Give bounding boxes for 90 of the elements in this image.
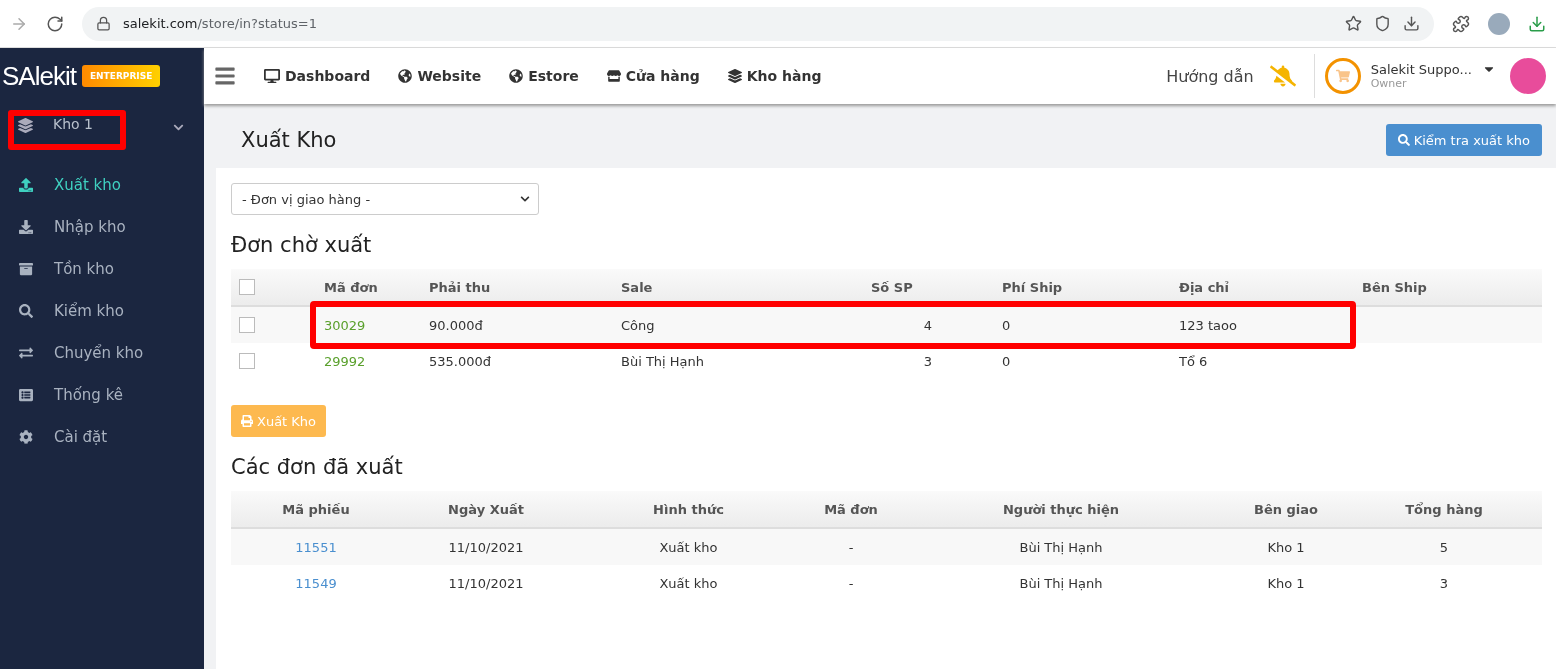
table-cell-text: Bùi Thị Hạnh (1018, 575, 1104, 591)
address-bar[interactable]: salekit.com/store/in?status=1 (82, 6, 1434, 41)
column-header: Số SP (870, 279, 914, 295)
logo: SAlekit (2, 60, 76, 92)
download-icon[interactable] (1528, 14, 1546, 33)
lock-icon (96, 16, 111, 31)
layers-icon (727, 69, 742, 83)
column-header: Người thực hiện (1001, 501, 1121, 517)
checkbox[interactable] (239, 353, 255, 369)
upload-icon (19, 178, 33, 192)
chevron-down-icon (520, 194, 530, 204)
star-icon[interactable] (1345, 15, 1362, 32)
extensions-icon[interactable] (1452, 14, 1470, 33)
download-icon[interactable] (1403, 15, 1420, 32)
sidebar-item[interactable]: Tồn kho (0, 248, 204, 290)
nav-link[interactable]: Website (398, 68, 482, 84)
nav-link[interactable]: Cửa hàng (606, 68, 700, 84)
column-header: Bên giao (1253, 501, 1319, 517)
nav-link[interactable]: Dashboard (264, 68, 371, 84)
globe-icon (509, 69, 524, 83)
table-cell-text: 11/10/2021 (447, 575, 525, 591)
table-cell-text: 0 (1001, 353, 1012, 369)
sidebar-item[interactable]: Xuất kho (0, 164, 204, 206)
list-icon (19, 388, 33, 402)
column-header: Mã đơn (823, 501, 879, 517)
table-cell-text: Kho 1 (1266, 575, 1306, 591)
globe-icon (398, 69, 413, 83)
table-cell-text: 90.000đ (428, 317, 484, 333)
avatar[interactable] (1510, 58, 1546, 94)
column-header: Phải thu (428, 279, 492, 295)
store-logo-icon (1324, 58, 1361, 94)
monitor-icon (264, 68, 280, 84)
column-header: Bên Ship (1361, 279, 1428, 295)
nav-link[interactable]: Kho hàng (727, 68, 822, 84)
table-cell-text: Công (620, 317, 656, 333)
settings-icon (19, 430, 33, 444)
sidebar-item[interactable]: Cài đặt (0, 416, 204, 458)
table-cell-text: 4 (922, 317, 933, 333)
sidebar-item[interactable]: Kiểm kho (0, 290, 204, 332)
store-icon (606, 69, 621, 83)
search-icon (1397, 134, 1410, 146)
table-cell-text: Tổ 6 (1178, 353, 1209, 369)
table-cell-text: Kho 1 (1266, 539, 1306, 555)
table-cell-text: 3 (1438, 575, 1450, 591)
table-cell-text: 0 (1001, 317, 1012, 333)
page-title: Xuất Kho (241, 128, 337, 152)
download-icon (19, 220, 33, 234)
checkbox[interactable] (239, 279, 255, 295)
shield-icon[interactable] (1374, 15, 1391, 32)
search-icon (19, 304, 33, 318)
table-cell-text: 535.000đ (428, 353, 492, 369)
table-cell-text: 5 (1438, 539, 1450, 555)
edition-badge: ENTERPRISE (81, 65, 161, 87)
section-title: Các đơn đã xuất (231, 455, 404, 479)
table-cell-text: Bùi Thị Hạnh (1018, 539, 1104, 555)
column-header: Mã đơn (323, 279, 379, 295)
column-header: Sale (620, 279, 654, 295)
warehouse-selector[interactable]: Kho 1 (53, 116, 153, 132)
table-cell-text: - (847, 539, 855, 555)
column-header: Ngày Xuất (447, 501, 525, 517)
printer-icon (241, 415, 253, 427)
url-text: salekit.com/store/in?status=1 (123, 16, 317, 31)
sidebar-item[interactable]: Chuyển kho (0, 332, 204, 374)
reload-icon[interactable] (46, 14, 64, 33)
section-title: Đơn chờ xuất (231, 233, 373, 257)
column-header: Tổng hàng (1404, 501, 1484, 517)
table-cell-text: 11/10/2021 (447, 539, 525, 555)
chevron-down-icon[interactable] (173, 122, 184, 133)
menu-icon[interactable] (214, 65, 236, 87)
table-cell-text: Bùi Thị Hạnh (620, 353, 706, 369)
table-cell-text: - (847, 575, 855, 591)
column-header: Phí Ship (1001, 279, 1064, 295)
user-role: Owner (1370, 77, 1408, 90)
column-header: Mã phiếu (281, 501, 351, 517)
layers-icon (18, 118, 33, 133)
guide-link[interactable]: Hướng dẫn (1166, 66, 1254, 86)
table-cell-text: 123 taoo (1178, 317, 1238, 333)
nav-link[interactable]: Estore (509, 68, 579, 84)
column-header: Hình thức (652, 501, 725, 517)
archive-box-icon (19, 262, 33, 276)
user-name[interactable]: Salekit Suppo... (1370, 62, 1472, 77)
table-cell-text: Xuất kho (658, 575, 719, 591)
sidebar-item[interactable]: Nhập kho (0, 206, 204, 248)
table-cell-text: Xuất kho (658, 539, 719, 555)
table-cell-text: 3 (922, 353, 933, 369)
checkbox[interactable] (239, 317, 255, 333)
sidebar-item[interactable]: Thống kê (0, 374, 204, 416)
exchange-arrows-icon (19, 346, 33, 360)
column-header: Địa chỉ (1178, 279, 1231, 295)
shipping-unit-select[interactable]: - Đơn vị giao hàng - (231, 183, 539, 215)
